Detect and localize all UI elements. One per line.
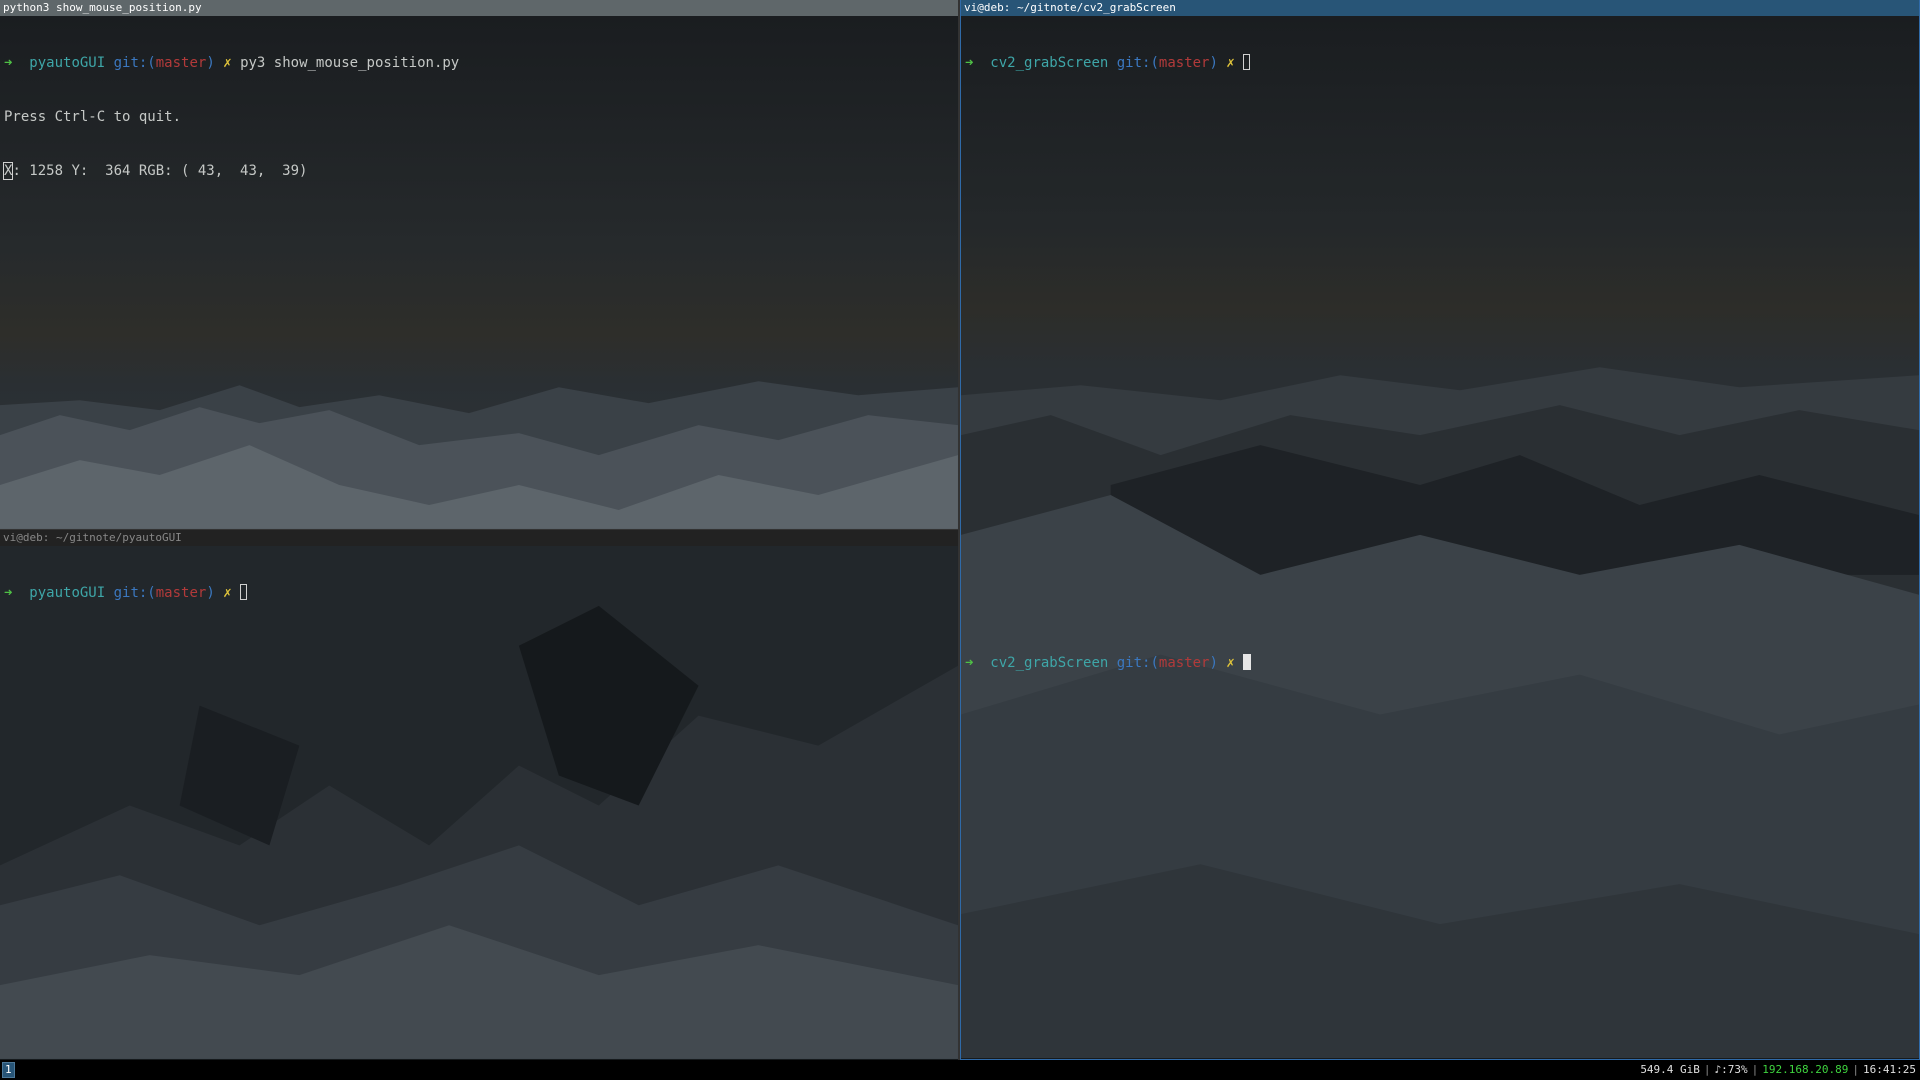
prompt-directory: cv2_grabScreen bbox=[990, 655, 1109, 671]
mouse-position-readout: : 1258 Y: 364 RGB: ( 43, 43, 39) bbox=[12, 163, 308, 179]
status-separator: | bbox=[1852, 1063, 1860, 1076]
clock-indicator: 16:41:25 bbox=[1863, 1063, 1916, 1076]
prompt-arrow-icon: ➜ bbox=[965, 55, 974, 71]
prompt-git-label: git:( bbox=[1116, 55, 1159, 71]
terminal-content[interactable]: ➜ pyautoGUI git:(master) ✗ py3 show_mous… bbox=[0, 16, 958, 529]
prompt-git-label: git:( bbox=[113, 585, 156, 601]
terminal-window-cv2-grabscreen[interactable]: vi@deb: ~/gitnote/cv2_grabScreen ➜ cv2_g… bbox=[960, 0, 1920, 1060]
prompt-line-1: ➜ cv2_grabScreen git:(master) ✗ bbox=[965, 54, 1915, 72]
prompt-git-close: ) bbox=[206, 55, 215, 71]
prompt-git-close: ) bbox=[1209, 55, 1218, 71]
prompt-dirty-icon: ✗ bbox=[1226, 55, 1235, 71]
status-separator: | bbox=[1751, 1063, 1759, 1076]
output-line-mouse-position: X: 1258 Y: 364 RGB: ( 43, 43, 39) bbox=[2, 162, 954, 180]
terminal-output[interactable]: ➜ cv2_grabScreen git:(master) ✗ ➜ cv2_gr… bbox=[961, 16, 1919, 1059]
window-title[interactable]: python3 show_mouse_position.py bbox=[0, 0, 958, 16]
window-title[interactable]: vi@deb: ~/gitnote/cv2_grabScreen bbox=[961, 0, 1919, 16]
status-separator: | bbox=[1703, 1063, 1711, 1076]
prompt-arrow-icon: ➜ bbox=[965, 655, 974, 671]
terminal-cursor-active bbox=[1243, 654, 1252, 670]
terminal-content[interactable]: ➜ cv2_grabScreen git:(master) ✗ ➜ cv2_gr… bbox=[961, 16, 1919, 1059]
status-bar: 1 549.4 GiB | ♪:73% | 192.168.20.89 | 16:41:25 bbox=[0, 1060, 1920, 1080]
prompt-directory: pyautoGUI bbox=[29, 585, 106, 601]
terminal-output[interactable]: ➜ pyautoGUI git:(master) ✗ bbox=[0, 546, 958, 1060]
prompt-branch: master bbox=[1158, 55, 1210, 71]
prompt-dirty-icon: ✗ bbox=[1226, 655, 1235, 671]
terminal-content[interactable]: ➜ pyautoGUI git:(master) ✗ bbox=[0, 546, 958, 1060]
window-title[interactable]: vi@deb: ~/gitnote/pyautoGUI bbox=[0, 530, 958, 546]
status-indicators: 549.4 GiB | ♪:73% | 192.168.20.89 | 16:41:25 bbox=[1638, 1060, 1918, 1080]
prompt-git-close: ) bbox=[206, 585, 215, 601]
prompt-git-label: git:( bbox=[1116, 655, 1159, 671]
prompt-branch: master bbox=[155, 55, 207, 71]
volume-indicator: ♪:73% bbox=[1714, 1063, 1748, 1076]
prompt-git-label: git:( bbox=[113, 55, 156, 71]
prompt-arrow-icon: ➜ bbox=[4, 585, 13, 601]
terminal-cursor-outline bbox=[1243, 54, 1251, 70]
command-text: py3 show_mouse_position.py bbox=[240, 55, 460, 71]
prompt-directory: cv2_grabScreen bbox=[990, 55, 1109, 71]
disk-free-indicator: 549.4 GiB bbox=[1640, 1063, 1700, 1076]
terminal-window-show-mouse-position[interactable]: python3 show_mouse_position.py ➜ pyautoG… bbox=[0, 0, 960, 530]
terminal-blank-space bbox=[965, 108, 1915, 618]
prompt-line: ➜ pyautoGUI git:(master) ✗ bbox=[4, 584, 954, 602]
terminal-cursor bbox=[240, 584, 248, 600]
command-line: ➜ pyautoGUI git:(master) ✗ py3 show_mous… bbox=[4, 54, 954, 72]
output-line-quit-hint: Press Ctrl-C to quit. bbox=[4, 109, 182, 125]
terminal-window-pyautogui[interactable]: vi@deb: ~/gitnote/pyautoGUI ➜ pyautoGUI … bbox=[0, 530, 960, 1060]
prompt-branch: master bbox=[155, 585, 207, 601]
prompt-dirty-icon: ✗ bbox=[223, 585, 232, 601]
terminal-output[interactable]: ➜ pyautoGUI git:(master) ✗ py3 show_mous… bbox=[0, 16, 958, 529]
prompt-branch: master bbox=[1158, 655, 1210, 671]
workspace-button-1[interactable]: 1 bbox=[2, 1062, 15, 1078]
prompt-git-close: ) bbox=[1209, 655, 1218, 671]
prompt-line-2: ➜ cv2_grabScreen git:(master) ✗ bbox=[965, 654, 1915, 672]
ip-address-indicator: 192.168.20.89 bbox=[1762, 1063, 1849, 1076]
prompt-dirty-icon: ✗ bbox=[223, 55, 232, 71]
prompt-arrow-icon: ➜ bbox=[4, 55, 13, 71]
prompt-directory: pyautoGUI bbox=[29, 55, 106, 71]
